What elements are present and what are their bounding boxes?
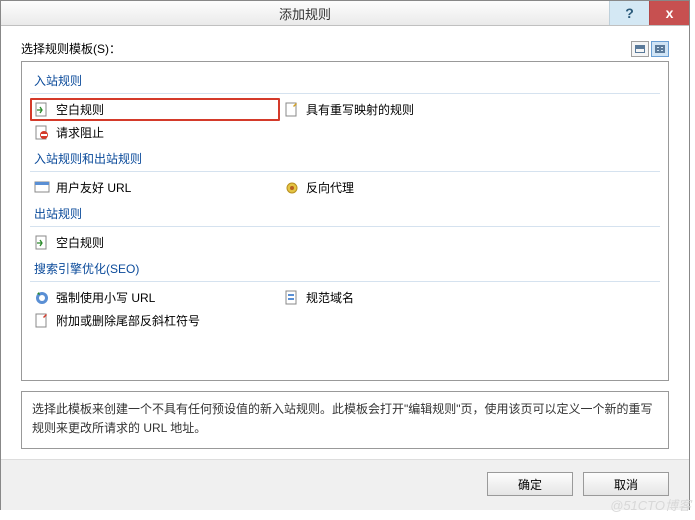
- view-grid-button[interactable]: [651, 41, 669, 57]
- template-label: 请求阻止: [56, 124, 104, 141]
- help-button[interactable]: ?: [609, 1, 649, 25]
- view-list-button[interactable]: [631, 41, 649, 57]
- template-trailing-slash[interactable]: 附加或删除尾部反斜杠符号: [30, 309, 280, 332]
- template-label: 空白规则: [56, 234, 104, 251]
- group-outbound: 出站规则: [30, 199, 660, 227]
- trailing-slash-icon: [34, 313, 50, 329]
- template-label: 空白规则: [56, 101, 104, 118]
- titlebar-buttons: ? x: [609, 1, 689, 25]
- blank-rule-out-icon: [34, 235, 50, 251]
- blank-rule-icon: [34, 102, 50, 118]
- view-toggles: [631, 41, 669, 57]
- user-friendly-icon: [34, 180, 50, 196]
- canonical-icon: [284, 290, 300, 306]
- template-label: 用户友好 URL: [56, 179, 131, 196]
- reverse-proxy-icon: [284, 180, 300, 196]
- description-box: 选择此模板来创建一个不具有任何预设值的新入站规则。此模板会打开"编辑规则"页，使…: [21, 391, 669, 449]
- template-label: 强制使用小写 URL: [56, 289, 155, 306]
- template-label: 规范域名: [306, 289, 354, 306]
- template-request-block[interactable]: 请求阻止: [30, 121, 280, 144]
- template-blank-rule[interactable]: 空白规则: [30, 98, 280, 121]
- template-canonical[interactable]: 规范域名: [280, 286, 530, 309]
- titlebar: 添加规则 ? x: [1, 1, 689, 26]
- template-list[interactable]: 入站规则 空白规则 具有重写映射的规则 请求阻止 入站规则和出站规则: [21, 61, 669, 381]
- template-user-friendly[interactable]: 用户友好 URL: [30, 176, 280, 199]
- template-force-lower[interactable]: 强制使用小写 URL: [30, 286, 280, 309]
- grid-view-icon: [655, 45, 665, 53]
- list-view-icon: [635, 45, 645, 53]
- cancel-button[interactable]: 取消: [583, 472, 669, 496]
- group-inbound: 入站规则: [30, 66, 660, 94]
- group-seo: 搜索引擎优化(SEO): [30, 254, 660, 282]
- label-row: 选择规则模板(S)：: [21, 40, 669, 57]
- template-blank-rule-out[interactable]: 空白规则: [30, 231, 280, 254]
- force-lower-icon: [34, 290, 50, 306]
- request-block-icon: [34, 125, 50, 141]
- template-rewrite-map[interactable]: 具有重写映射的规则: [280, 98, 530, 121]
- rewrite-map-icon: [284, 102, 300, 118]
- content-area: 选择规则模板(S)： 入站规则 空白规则 具有重写映射的规则: [1, 26, 689, 459]
- template-label: 附加或删除尾部反斜杠符号: [56, 312, 200, 329]
- template-reverse-proxy[interactable]: 反向代理: [280, 176, 530, 199]
- button-row: 确定 取消: [1, 459, 689, 510]
- dialog-title: 添加规则: [1, 4, 609, 23]
- close-button[interactable]: x: [649, 1, 689, 25]
- select-template-label: 选择规则模板(S)：: [21, 40, 631, 57]
- group-inout: 入站规则和出站规则: [30, 144, 660, 172]
- ok-button[interactable]: 确定: [487, 472, 573, 496]
- template-label: 具有重写映射的规则: [306, 101, 414, 118]
- add-rule-dialog: 添加规则 ? x 选择规则模板(S)： 入站规则 空白规则 具有重写: [0, 0, 690, 510]
- template-label: 反向代理: [306, 179, 354, 196]
